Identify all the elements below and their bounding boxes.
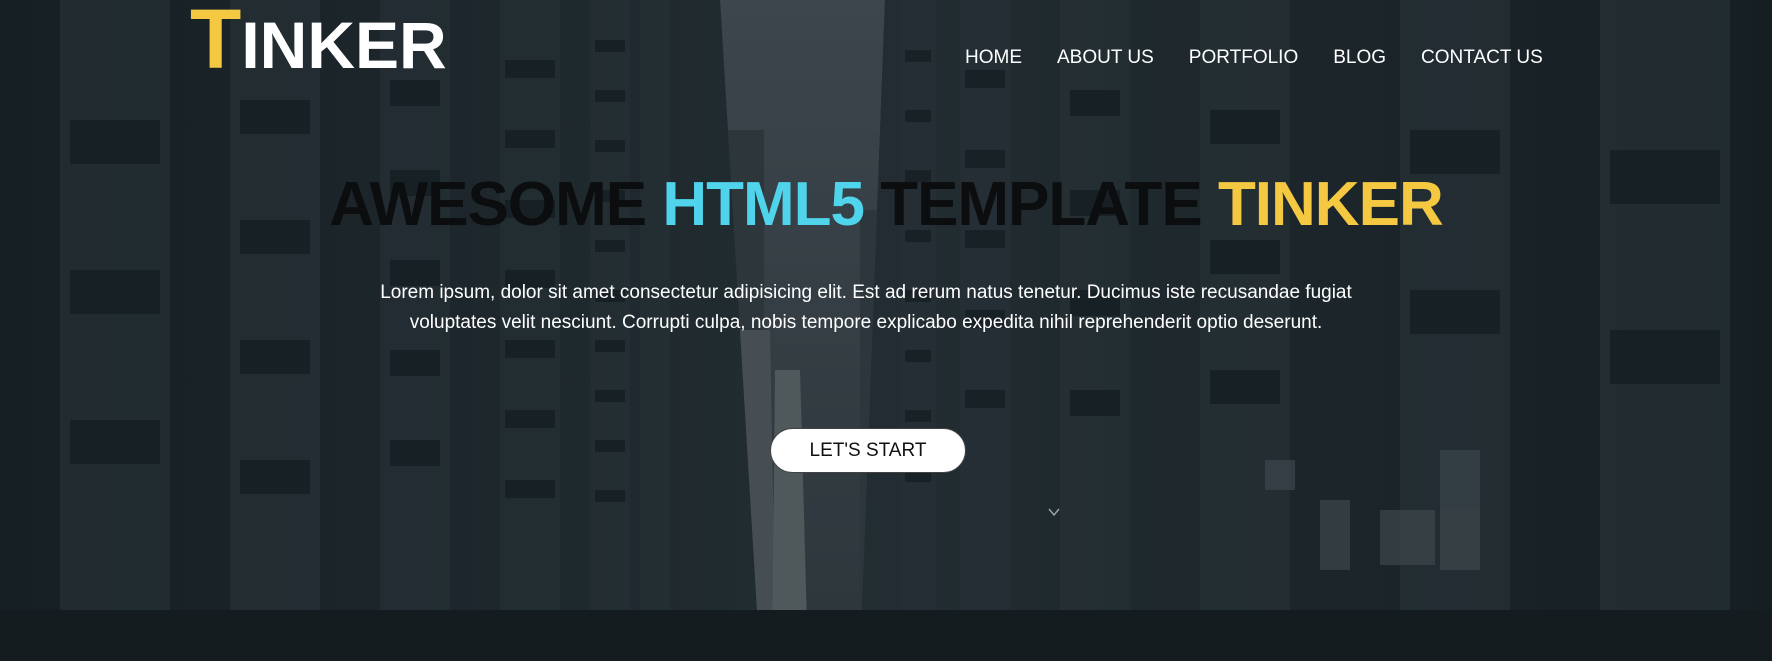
headline-word-tinker: TINKER xyxy=(1217,170,1444,239)
logo-first-letter: T xyxy=(190,0,242,86)
nav-item-about-us[interactable]: ABOUT US xyxy=(1057,44,1154,72)
headline-word-awesome: AWESOME xyxy=(329,170,647,239)
hero-section: TINKER HOME ABOUT US PORTFOLIO BLOG CONT… xyxy=(0,0,1772,661)
headline-word-html5: HTML5 xyxy=(662,170,865,239)
site-logo[interactable]: TINKER xyxy=(190,0,447,84)
hero-headline: AWESOME HTML5 TEMPLATE TINKER xyxy=(0,170,1772,240)
logo-rest: INKER xyxy=(241,8,447,82)
nav-item-contact-us[interactable]: CONTACT US xyxy=(1421,44,1543,72)
nav-item-blog[interactable]: BLOG xyxy=(1333,44,1386,72)
headline-word-template: TEMPLATE xyxy=(880,170,1202,239)
nav-item-home[interactable]: HOME xyxy=(965,44,1022,72)
hero-subtext: Lorem ipsum, dolor sit amet consectetur … xyxy=(380,282,1352,333)
lets-start-button[interactable]: LET'S START xyxy=(770,428,966,473)
nav-item-portfolio[interactable]: PORTFOLIO xyxy=(1189,44,1298,72)
main-nav: HOME ABOUT US PORTFOLIO BLOG CONTACT US xyxy=(965,44,1543,72)
chevron-down-icon[interactable] xyxy=(1047,505,1061,519)
